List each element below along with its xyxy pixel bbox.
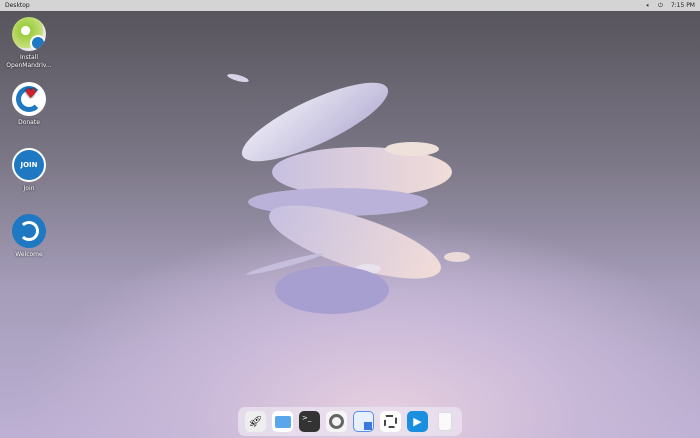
top-panel: Desktop 🔈︎ ⏻ 7:15 PM <box>0 0 700 12</box>
screenshot-icon[interactable] <box>380 411 401 432</box>
clock[interactable]: 7:15 PM <box>671 2 695 9</box>
join-now-icon: JOIN NOW! <box>12 148 46 182</box>
trash-icon[interactable] <box>434 411 455 432</box>
wallpaper-art <box>227 73 470 314</box>
media-player-icon[interactable]: ▶ <box>407 411 428 432</box>
active-window-title: Desktop <box>5 2 30 9</box>
icon-label: Welcome <box>15 251 43 258</box>
dock: 🚀︎ >_ ▶ <box>238 407 462 436</box>
calculator-icon[interactable] <box>353 411 374 432</box>
donate-heart-icon: ♥ <box>12 82 46 116</box>
launcher-rocket-icon[interactable]: 🚀︎ <box>245 411 266 432</box>
desktop-icon-welcome[interactable]: Welcome <box>0 214 58 259</box>
icon-label: Join <box>23 185 35 192</box>
file-manager-folder-icon[interactable] <box>272 411 293 432</box>
power-icon[interactable]: ⏻ <box>658 2 663 10</box>
icon-label: OpenMandriv... <box>6 62 52 69</box>
volume-icon[interactable]: 🔈︎ <box>646 2 650 10</box>
settings-icon[interactable] <box>326 411 347 432</box>
terminal-icon[interactable]: >_ <box>299 411 320 432</box>
installer-icon <box>12 17 46 51</box>
desktop-icon-join[interactable]: JOIN NOW! Join <box>0 148 58 193</box>
desktop-icon-install[interactable]: Install OpenMandriv... <box>0 17 58 70</box>
icon-label: Donate <box>18 119 40 126</box>
openmandriva-logo-icon <box>12 214 46 248</box>
desktop-icon-donate[interactable]: ♥ Donate <box>0 82 58 127</box>
icon-label: Install <box>19 54 39 61</box>
